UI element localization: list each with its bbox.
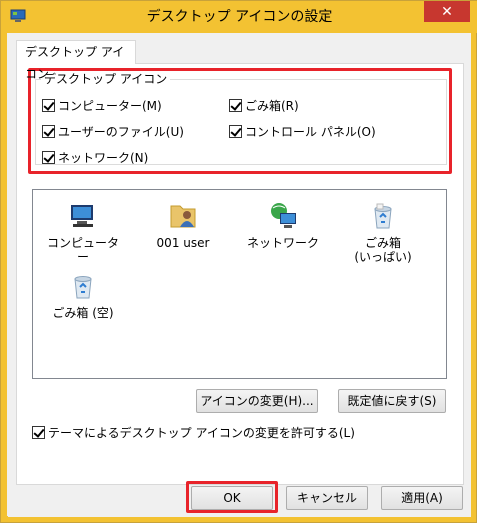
icon-label: 001 user [156,236,210,250]
icon-label: ごみ箱 (空) [52,306,114,320]
dialog-window: デスクトップ アイコンの設定 ✕ デスクトップ アイコン デスクトップ アイコン… [0,0,477,523]
close-button[interactable]: ✕ [424,1,470,22]
user-folder-icon [170,205,196,228]
checkbox-checked-icon[interactable] [32,425,45,439]
icon-item-recycle-bin-empty[interactable]: ごみ箱 (空) [43,270,123,320]
checkbox-label: テーマによるデスクトップ アイコンの変更を許可する(L) [48,425,355,440]
dialog-client: デスクトップ アイコン デスクトップ アイコン コンピューター(M) ごみ箱(R… [8,33,471,517]
restore-default-button[interactable]: 既定値に戻す(S) [338,389,446,413]
icon-list[interactable]: コンピューター 001 user ネットワーク ごみ箱 (いっぱい) ごみ箱 (… [32,189,447,379]
icon-label: ネットワーク [246,236,319,250]
red-highlight-box [28,68,452,174]
change-icon-button[interactable]: アイコンの変更(H)... [196,389,318,413]
icon-label: コンピューター [46,236,119,264]
red-highlight-box [186,481,278,513]
recycle-bin-full-icon [374,203,392,229]
icon-label: ごみ箱 [364,236,401,250]
icon-label-secondary: (いっぱい) [354,250,412,264]
close-icon: ✕ [441,3,453,20]
window-title: デスクトップ アイコンの設定 [146,9,333,25]
title-bar[interactable]: デスクトップ アイコンの設定 ✕ [1,1,477,33]
cancel-button[interactable]: キャンセル [286,486,368,510]
icon-item-computer[interactable]: コンピューター [43,200,123,264]
icon-item-recycle-bin-full[interactable]: ごみ箱 (いっぱい) [343,200,423,264]
tab-desktop-icons[interactable]: デスクトップ アイコン [16,40,136,81]
network-icon [271,203,296,228]
computer-icon [71,205,93,227]
recycle-bin-empty-icon [74,276,92,299]
checkbox-allow-theme[interactable]: テーマによるデスクトップ アイコンの変更を許可する(L) [32,424,355,440]
apply-button[interactable]: 適用(A) [381,486,463,510]
icon-item-network[interactable]: ネットワーク [243,200,323,250]
icon-item-user-folder[interactable]: 001 user [143,200,223,250]
